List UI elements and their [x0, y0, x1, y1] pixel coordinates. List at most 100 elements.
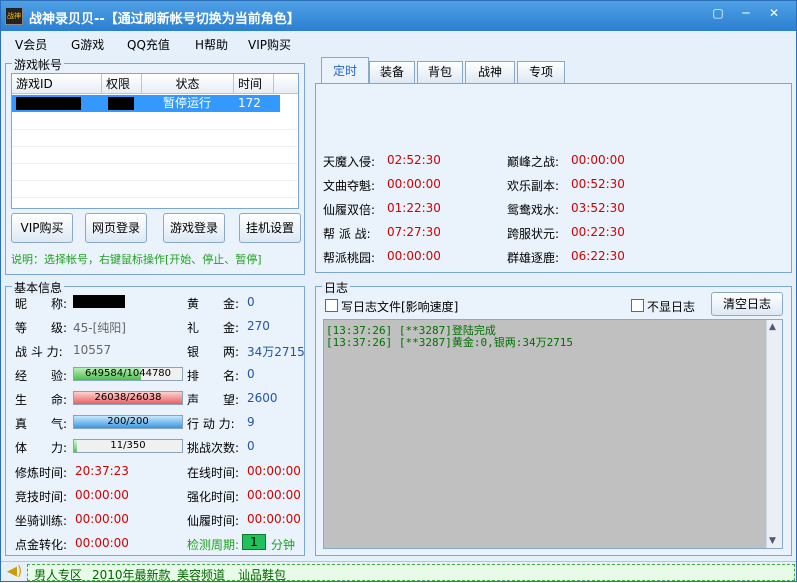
col-status[interactable]: 状态 [142, 74, 234, 94]
tab-equipment[interactable]: 装备 [369, 61, 415, 83]
log-group-title: 日志 [322, 279, 351, 296]
timer-label: 天魔入侵: [323, 155, 376, 169]
log-line: [13:37:26] [**3287]黄金:0,银两:34万2715 [326, 336, 574, 349]
gold-value: 0 [247, 295, 255, 309]
skin-button[interactable]: ▢ [707, 4, 729, 22]
gold-label: 黄 金: [187, 297, 240, 311]
grid-line [12, 129, 298, 130]
timer-value: 02:52:30 [387, 153, 441, 167]
row-time: 172 [238, 96, 261, 110]
web-login-button[interactable]: 网页登录 [85, 213, 147, 243]
ad-link[interactable]: 男人专区 [34, 566, 82, 583]
basic-info-title: 基本信息 [12, 279, 65, 296]
power-label: 战 斗 力: [15, 345, 63, 359]
challenge-label: 挑战次数: [187, 441, 240, 455]
table-row[interactable]: 暂停运行 172 [12, 95, 280, 112]
log-output[interactable]: [13:37:26] [**3287]登陆完成 [13:37:26] [**32… [323, 319, 783, 549]
qi-label: 真 气: [15, 417, 68, 431]
game-login-button[interactable]: 游戏登录 [163, 213, 225, 243]
scroll-down-icon[interactable]: ▼ [769, 536, 776, 546]
enhance-value: 00:00:00 [247, 488, 301, 502]
check-period-label: 检测周期: [187, 538, 240, 552]
challenge-value: 0 [247, 439, 255, 453]
cultivate-value: 20:37:23 [75, 464, 129, 478]
timer-label: 鸳鸯戏水: [507, 203, 560, 217]
dianjin-label: 点金转化: [15, 538, 68, 552]
close-button[interactable]: ✕ [763, 4, 785, 22]
timer-label: 欢乐副本: [507, 179, 560, 193]
scroll-up-icon[interactable]: ▲ [769, 322, 776, 332]
timer-value: 00:00:00 [571, 153, 625, 167]
online-value: 00:00:00 [247, 464, 301, 478]
hide-log-label[interactable]: 不显日志 [647, 298, 695, 315]
ad-banner: 男人专区 2010年最新款 美容频道 讪品鞋包 [27, 564, 795, 583]
timer-label: 跨服状元: [507, 227, 560, 241]
minimize-button[interactable]: ─ [735, 4, 757, 22]
col-game-id[interactable]: 游戏ID [12, 74, 102, 94]
fame-value: 2600 [247, 391, 278, 405]
tab-special[interactable]: 专项 [517, 61, 565, 83]
stamina-bar: 11/350 [73, 439, 183, 453]
tab-bag[interactable]: 背包 [417, 61, 463, 83]
ad-link[interactable]: 讪品鞋包 [238, 566, 286, 583]
ad-link[interactable]: 2010年最新款 [92, 566, 171, 583]
col-permission[interactable]: 权限 [102, 74, 142, 94]
redacted-game-id [16, 97, 81, 110]
vip-buy-button[interactable]: VIP购买 [11, 213, 73, 243]
title-bar[interactable]: 战神 战神录贝贝--【通过刷新帐号切换为当前角色】 ▢ ─ ✕ [1, 1, 796, 31]
menu-bar: V会员 G游戏 QQ充值 H帮助 VIP购买 [1, 31, 796, 55]
menu-help[interactable]: H帮助 [195, 36, 228, 53]
accounts-group-title: 游戏帐号 [12, 56, 65, 73]
timer-value: 03:52:30 [571, 201, 625, 215]
mount-label: 坐骑训练: [15, 514, 68, 528]
log-scrollbar[interactable]: ▲ ▼ [766, 320, 782, 548]
cultivate-label: 修炼时间: [15, 466, 68, 480]
write-log-label[interactable]: 写日志文件[影响速度] [341, 298, 458, 315]
app-logo-icon: 战神 [5, 7, 23, 25]
clear-log-button[interactable]: 清空日志 [711, 292, 783, 316]
power-value: 10557 [73, 343, 112, 357]
app-window: 战神 战神录贝贝--【通过刷新帐号切换为当前角色】 ▢ ─ ✕ V会员 G游戏 … [0, 0, 797, 582]
write-log-checkbox[interactable] [325, 299, 338, 312]
timer-value: 00:22:30 [571, 225, 625, 239]
tab-timer[interactable]: 定时 [321, 57, 369, 84]
check-period-unit: 分钟 [271, 538, 296, 552]
fame-label: 声 望: [187, 393, 240, 407]
silver-label: 银 两: [187, 345, 240, 359]
menu-game[interactable]: G游戏 [71, 36, 104, 53]
grid-line [12, 146, 298, 147]
mount-value: 00:00:00 [75, 512, 129, 526]
menu-vip-member[interactable]: V会员 [15, 36, 47, 53]
dianjin-value: 00:00:00 [75, 536, 129, 550]
timer-value: 00:52:30 [571, 177, 625, 191]
menu-qq-recharge[interactable]: QQ充值 [127, 36, 170, 53]
timer-value: 07:27:30 [387, 225, 441, 239]
redacted-nickname [73, 295, 125, 308]
hide-log-checkbox[interactable] [631, 299, 644, 312]
accounts-hint: 说明：选择帐号，右键鼠标操作[开始、停止、暂停] [11, 253, 262, 266]
qi-bar: 200/200 [73, 415, 183, 429]
tab-zhanshen[interactable]: 战神 [465, 61, 515, 83]
ad-link[interactable]: 美容频道 [177, 566, 225, 583]
enhance-label: 强化时间: [187, 490, 240, 504]
window-title: 战神录贝贝--【通过刷新帐号切换为当前角色】 [29, 12, 300, 27]
timer-label: 仙履双倍: [323, 203, 376, 217]
check-period-input[interactable]: 1 [242, 534, 266, 550]
timer-label: 帮派桃园: [323, 251, 376, 265]
stamina-label: 体 力: [15, 441, 68, 455]
level-value: 45-[纯阳] [73, 321, 126, 335]
timer-value: 06:22:30 [571, 249, 625, 263]
timer-label: 群雄逐鹿: [507, 251, 560, 265]
arena-label: 竞技时间: [15, 490, 68, 504]
level-label: 等 级: [15, 321, 68, 335]
accounts-table[interactable]: 游戏ID 权限 状态 时间 暂停运行 172 [11, 73, 299, 209]
xianlv-value: 00:00:00 [247, 512, 301, 526]
menu-vip-buy[interactable]: VIP购买 [248, 36, 291, 53]
row-status: 暂停运行 [162, 96, 211, 110]
autoplay-settings-button[interactable]: 挂机设置 [239, 213, 301, 243]
col-time[interactable]: 时间 [234, 74, 274, 94]
timer-value: 00:00:00 [387, 177, 441, 191]
hp-label: 生 命: [15, 393, 68, 407]
stamina-bar-text: 11/350 [110, 440, 146, 451]
status-bar: ◀) 男人专区 2010年最新款 美容频道 讪品鞋包 [1, 561, 796, 583]
